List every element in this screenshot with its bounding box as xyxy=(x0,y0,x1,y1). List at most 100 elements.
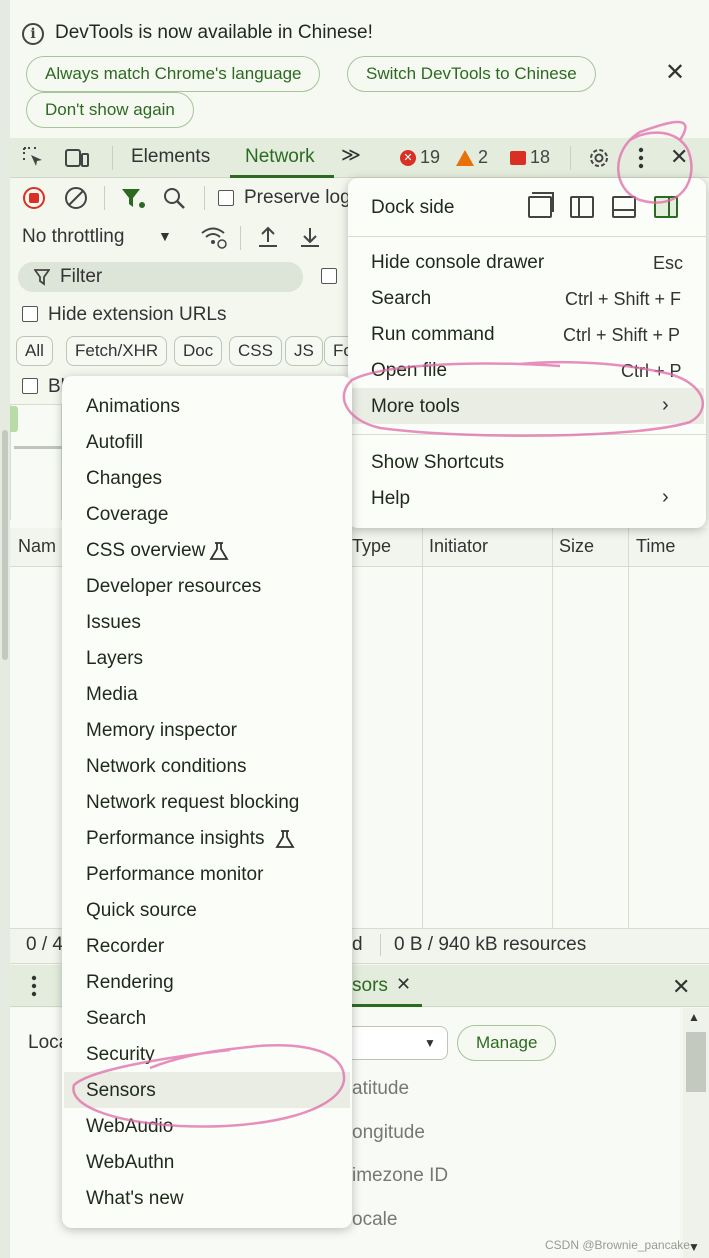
warning-count-badge[interactable]: 2 xyxy=(456,147,488,168)
more-tools-item-webaudio[interactable]: WebAudio xyxy=(86,1116,173,1138)
settings-gear-icon[interactable] xyxy=(586,145,612,171)
column-type[interactable]: Type xyxy=(352,536,391,557)
manage-button[interactable]: Manage xyxy=(457,1025,557,1061)
more-tools-item-memory-inspector[interactable]: Memory inspector xyxy=(86,720,237,742)
close-sensors-tab-icon[interactable]: ✕ xyxy=(396,974,411,995)
error-count-badge[interactable]: ✕ 19 xyxy=(400,147,440,168)
clear-icon[interactable] xyxy=(64,186,88,210)
filter-chip-all[interactable]: All xyxy=(16,336,53,366)
search-item[interactable]: Search xyxy=(371,288,431,310)
more-tools-item-changes[interactable]: Changes xyxy=(86,468,162,490)
more-tools-item-recorder[interactable]: Recorder xyxy=(86,936,164,958)
drawer-scrollbar[interactable] xyxy=(683,1008,709,1258)
menu-separator xyxy=(348,236,706,237)
tab-sensors[interactable]: sors xyxy=(352,975,388,997)
more-tools-item-coverage[interactable]: Coverage xyxy=(86,504,168,526)
throttling-select[interactable]: No throttling xyxy=(22,226,124,248)
blocked-requests-checkbox[interactable] xyxy=(22,378,38,394)
dock-bottom-icon[interactable] xyxy=(612,196,636,218)
more-tools-item-css-overview[interactable]: CSS overview xyxy=(86,540,205,562)
drawer-menu-icon[interactable] xyxy=(27,974,41,998)
invert-checkbox[interactable] xyxy=(321,268,337,284)
dont-show-again-button[interactable]: Don't show again xyxy=(26,92,194,128)
record-icon[interactable] xyxy=(22,186,46,210)
column-name[interactable]: Nam xyxy=(18,536,56,557)
column-size[interactable]: Size xyxy=(559,536,594,557)
import-har-icon[interactable] xyxy=(256,224,280,250)
more-tools-item-search[interactable]: Search xyxy=(86,1008,146,1030)
more-tools-item-animations[interactable]: Animations xyxy=(86,396,180,418)
experimental-flask-icon xyxy=(275,830,295,848)
show-shortcuts-item[interactable]: Show Shortcuts xyxy=(371,452,504,474)
chevron-down-icon[interactable]: ▼ xyxy=(158,228,172,244)
more-tools-item-autofill[interactable]: Autofill xyxy=(86,432,143,454)
help-item[interactable]: Help xyxy=(371,488,410,510)
drawer-scrollbar-thumb[interactable] xyxy=(686,1032,706,1092)
search-icon[interactable] xyxy=(162,186,186,210)
more-tools-item-security[interactable]: Security xyxy=(86,1044,155,1066)
left-scrollbar-thumb[interactable] xyxy=(2,430,8,660)
more-tools-item-network-conditions[interactable]: Network conditions xyxy=(86,756,247,778)
network-conditions-icon[interactable] xyxy=(200,224,228,250)
toolbar-divider xyxy=(240,226,241,250)
tab-elements[interactable]: Elements xyxy=(131,146,210,168)
banner-message: DevTools is now available in Chinese! xyxy=(55,22,373,43)
more-tools-item-developer-resources[interactable]: Developer resources xyxy=(86,576,261,598)
tab-network[interactable]: Network xyxy=(245,146,315,168)
switch-to-chinese-button[interactable]: Switch DevTools to Chinese xyxy=(347,56,596,92)
preserve-log-label: Preserve log xyxy=(244,187,351,208)
more-tools-item[interactable]: More tools xyxy=(371,396,460,418)
more-tools-item-performance-insights[interactable]: Performance insights xyxy=(86,828,264,850)
filter-funnel-icon[interactable] xyxy=(120,186,146,210)
more-tools-item-media[interactable]: Media xyxy=(86,684,138,706)
more-tools-item-sensors[interactable]: Sensors xyxy=(86,1080,156,1102)
more-tools-item-layers[interactable]: Layers xyxy=(86,648,143,670)
more-tools-item-quick-source[interactable]: Quick source xyxy=(86,900,197,922)
error-count: 19 xyxy=(420,147,441,167)
watermark: CSDN @Brownie_pancake xyxy=(545,1238,690,1252)
open-file-item[interactable]: Open file xyxy=(371,360,447,382)
hide-extension-urls-checkbox[interactable] xyxy=(22,306,38,322)
locale-label: ocale xyxy=(352,1209,398,1230)
dock-right-icon[interactable] xyxy=(654,196,678,218)
filter-chip-font[interactable]: Fo xyxy=(324,336,350,366)
inspect-element-icon[interactable] xyxy=(22,146,46,170)
preserve-log-checkbox[interactable] xyxy=(218,190,234,206)
run-command-item[interactable]: Run command xyxy=(371,324,495,346)
close-devtools-icon[interactable]: ✕ xyxy=(670,144,688,170)
export-har-icon[interactable] xyxy=(298,224,322,250)
filter-chip-js[interactable]: JS xyxy=(285,336,323,366)
more-tools-item-issues[interactable]: Issues xyxy=(86,612,141,634)
run-command-shortcut: Ctrl + Shift + P xyxy=(563,325,681,345)
kebab-menu-icon[interactable] xyxy=(634,146,648,170)
status-divider xyxy=(380,934,381,956)
filter-placeholder: Filter xyxy=(60,266,103,287)
timezone-label: imezone ID xyxy=(352,1165,449,1186)
left-scrollbar[interactable] xyxy=(0,0,10,1258)
chevron-right-icon: › xyxy=(662,394,669,416)
filter-chip-doc[interactable]: Doc xyxy=(174,336,223,366)
more-tools-item-performance-monitor[interactable]: Performance monitor xyxy=(86,864,263,886)
hide-console-drawer-item[interactable]: Hide console drawer xyxy=(371,252,544,274)
filter-chip-fetch-xhr[interactable]: Fetch/XHR xyxy=(66,336,168,366)
more-tools-item-rendering[interactable]: Rendering xyxy=(86,972,174,994)
filter-chip-css[interactable]: CSS xyxy=(229,336,282,366)
dock-left-icon[interactable] xyxy=(570,196,594,218)
banner-close-icon[interactable]: ✕ xyxy=(665,58,685,87)
column-time[interactable]: Time xyxy=(636,536,675,557)
overview-handle[interactable] xyxy=(10,406,18,432)
toolbar-divider xyxy=(204,186,205,210)
active-tab-indicator xyxy=(230,175,334,178)
more-tools-item-network-request-blocking[interactable]: Network request blocking xyxy=(86,792,299,814)
device-toolbar-icon[interactable] xyxy=(64,146,90,170)
scroll-up-icon[interactable]: ▲ xyxy=(688,1010,700,1024)
more-tools-item-webauthn[interactable]: WebAuthn xyxy=(86,1152,174,1174)
chevron-down-icon[interactable]: ▼ xyxy=(424,1036,436,1050)
close-drawer-icon[interactable]: ✕ xyxy=(672,974,690,1000)
match-language-button[interactable]: Always match Chrome's language xyxy=(26,56,321,92)
more-tools-item-what-s-new[interactable]: What's new xyxy=(86,1188,184,1210)
issues-count-badge[interactable]: 18 xyxy=(510,147,550,168)
column-divider xyxy=(552,528,553,928)
more-tabs-icon[interactable]: ≫ xyxy=(341,144,361,167)
column-initiator[interactable]: Initiator xyxy=(429,536,488,557)
